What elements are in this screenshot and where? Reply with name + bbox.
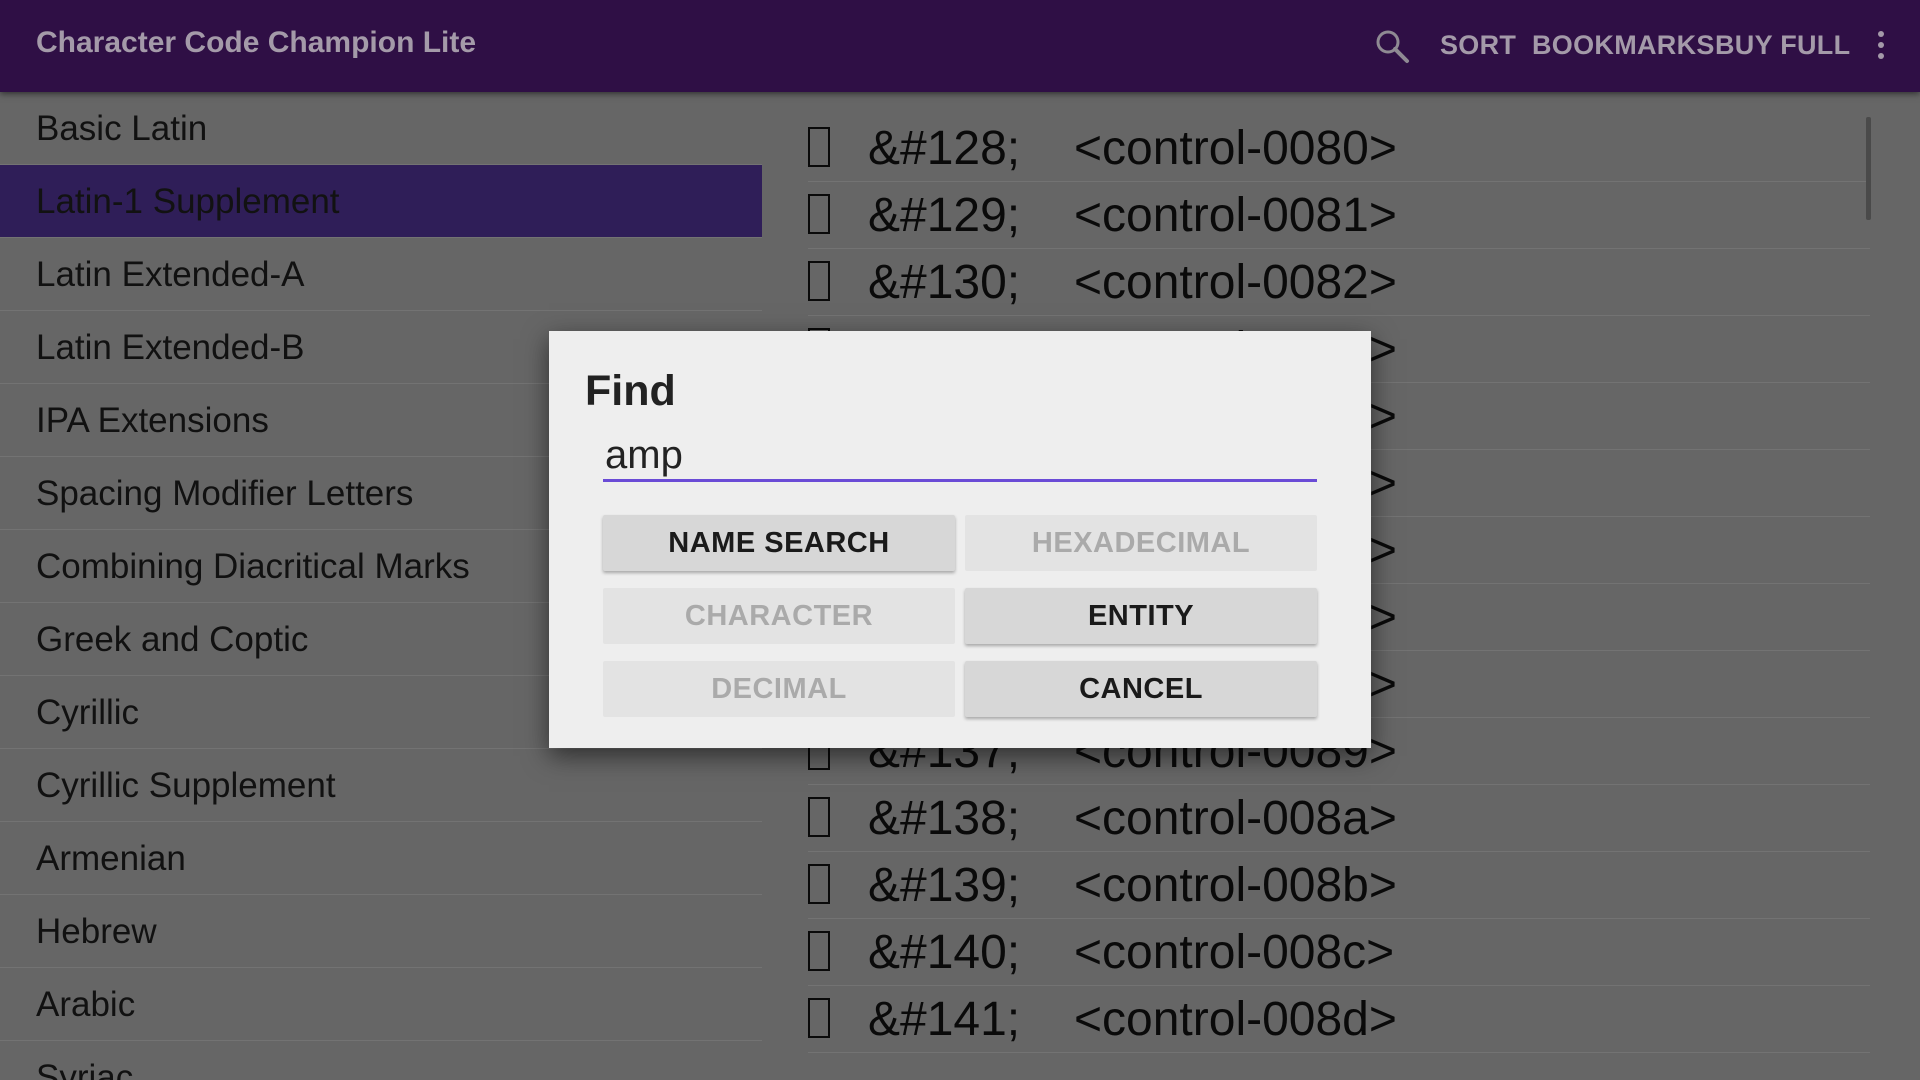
- sidebar-item-label: Latin Extended-A: [36, 255, 305, 294]
- missing-glyph-icon: [808, 797, 830, 837]
- sidebar-item[interactable]: Latin Extended-A: [0, 238, 762, 311]
- find-dialog: Find NAME SEARCH HEXADECIMAL CHARACTER E…: [549, 331, 1371, 748]
- sort-button[interactable]: SORT: [1440, 30, 1516, 61]
- character-name: <control-0080>: [1074, 122, 1397, 175]
- search-icon[interactable]: [1374, 28, 1410, 69]
- buy-full-button[interactable]: BUY FULL: [1715, 30, 1850, 61]
- character-entity: &#140;: [868, 926, 1021, 979]
- character-row[interactable]: &#128; <control-0080>: [808, 115, 1870, 182]
- sidebar-item[interactable]: Latin-1 Supplement: [0, 165, 762, 238]
- sidebar-item-label: Cyrillic: [36, 693, 140, 732]
- character-entity: &#130;: [868, 256, 1021, 309]
- sidebar-item-label: Basic Latin: [36, 109, 208, 148]
- scrollbar-thumb[interactable]: [1866, 117, 1871, 220]
- sidebar-item-label: Latin-1 Supplement: [36, 182, 340, 221]
- missing-glyph-icon: [808, 931, 830, 971]
- sidebar-item-label: Syriac: [36, 1058, 134, 1080]
- character-name: <control-008b>: [1074, 859, 1397, 912]
- character-name: <control-008a>: [1074, 792, 1397, 845]
- character-entity: &#138;: [868, 792, 1021, 845]
- character-row[interactable]: &#140; <control-008c>: [808, 919, 1870, 986]
- missing-glyph-icon: [808, 998, 830, 1038]
- character-row[interactable]: &#141; <control-008d>: [808, 986, 1870, 1053]
- decimal-button[interactable]: DECIMAL: [603, 661, 955, 717]
- missing-glyph-icon: [808, 261, 830, 301]
- more-vert-icon[interactable]: [1876, 30, 1886, 65]
- sidebar-item-label: Latin Extended-B: [36, 328, 305, 367]
- character-name: <control-0081>: [1074, 189, 1397, 242]
- character-entity: &#129;: [868, 189, 1021, 242]
- sidebar-item[interactable]: Cyrillic Supplement: [0, 749, 762, 822]
- character-row[interactable]: &#138; <control-008a>: [808, 785, 1870, 852]
- sidebar-item[interactable]: Arabic: [0, 968, 762, 1041]
- sidebar-item-label: Armenian: [36, 839, 186, 878]
- dialog-title: Find: [585, 367, 676, 415]
- sidebar-item-label: Cyrillic Supplement: [36, 766, 336, 805]
- missing-glyph-icon: [808, 127, 830, 167]
- character-name: <control-0082>: [1074, 256, 1397, 309]
- sidebar-item-label: Arabic: [36, 985, 136, 1024]
- character-button[interactable]: CHARACTER: [603, 588, 955, 644]
- character-entity: &#141;: [868, 993, 1021, 1046]
- sidebar-item-label: Combining Diacritical Marks: [36, 547, 470, 586]
- sidebar-item[interactable]: Hebrew: [0, 895, 762, 968]
- missing-glyph-icon: [808, 864, 830, 904]
- character-row[interactable]: &#129; <control-0081>: [808, 182, 1870, 249]
- find-input[interactable]: [603, 431, 1317, 482]
- hexadecimal-button[interactable]: HEXADECIMAL: [965, 515, 1317, 571]
- app-title: Character Code Champion Lite: [36, 26, 477, 59]
- app-bar: Character Code Champion Lite SORT BOOKMA…: [0, 0, 1920, 92]
- character-row[interactable]: &#139; <control-008b>: [808, 852, 1870, 919]
- sidebar-item[interactable]: Syriac: [0, 1041, 762, 1080]
- name-search-button[interactable]: NAME SEARCH: [603, 515, 955, 571]
- character-row[interactable]: &#130; <control-0082>: [808, 249, 1870, 316]
- entity-button[interactable]: ENTITY: [965, 588, 1317, 644]
- sidebar-item-label: IPA Extensions: [36, 401, 269, 440]
- sidebar-item-label: Spacing Modifier Letters: [36, 474, 414, 513]
- bookmarks-button[interactable]: BOOKMARKS: [1532, 30, 1715, 61]
- character-name: <control-008c>: [1074, 926, 1395, 979]
- character-name: <control-008d>: [1074, 993, 1397, 1046]
- cancel-button[interactable]: CANCEL: [965, 661, 1317, 717]
- missing-glyph-icon: [808, 194, 830, 234]
- sidebar-item-label: Hebrew: [36, 912, 157, 951]
- character-entity: &#128;: [868, 122, 1021, 175]
- sidebar-item-label: Greek and Coptic: [36, 620, 309, 659]
- character-entity: &#139;: [868, 859, 1021, 912]
- sidebar-item[interactable]: Basic Latin: [0, 92, 762, 165]
- sidebar-item[interactable]: Armenian: [0, 822, 762, 895]
